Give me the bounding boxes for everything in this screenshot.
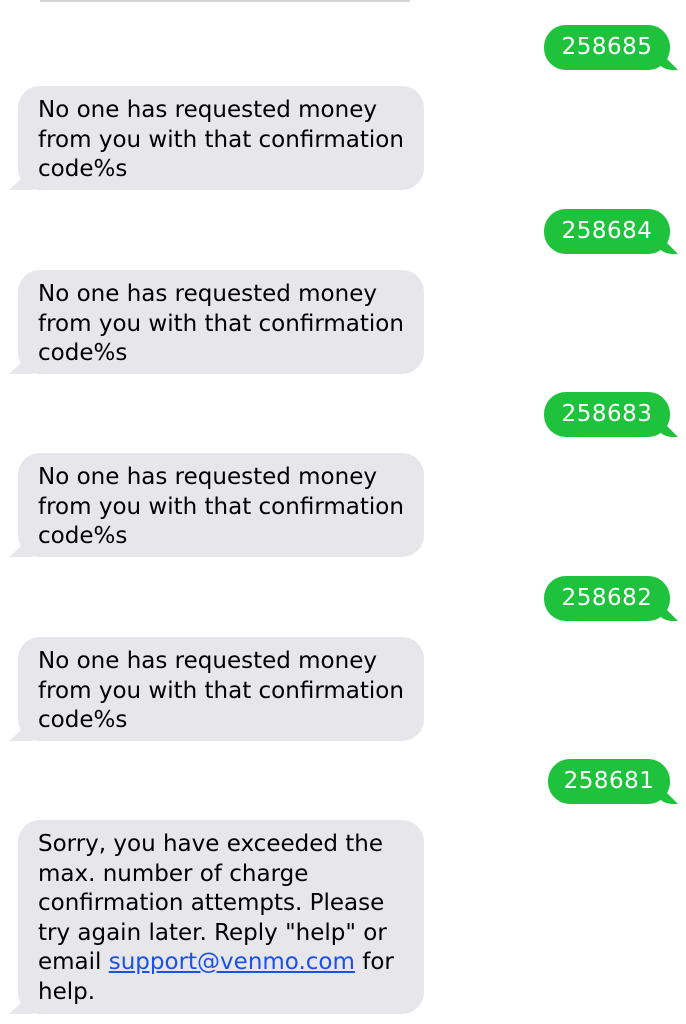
received-message-text: No one has requested money from you with… — [38, 281, 404, 366]
sent-message-text: 258682 — [561, 585, 653, 611]
received-message-text: Sorry, you have exceeded the max. number… — [38, 830, 404, 1007]
sent-message-bubble[interactable]: 258682 — [544, 576, 670, 621]
received-message-text: No one has requested money from you with… — [38, 464, 404, 549]
sent-message-text: 258685 — [561, 34, 653, 60]
sent-message-bubble[interactable]: 258684 — [544, 209, 670, 254]
received-message-text: No one has requested money from you with… — [38, 648, 404, 733]
received-message-bubble[interactable]: No one has requested money from you with… — [18, 637, 424, 741]
received-message-bubble[interactable]: Sorry, you have exceeded the max. number… — [18, 820, 424, 1014]
sent-message-text: 258681 — [563, 768, 655, 794]
sent-message-bubble[interactable]: 258685 — [544, 25, 670, 70]
sent-message-text: 258684 — [561, 218, 653, 244]
received-message-text: No one has requested money from you with… — [38, 97, 404, 182]
received-message-bubble[interactable]: No one has requested money from you with… — [18, 270, 424, 374]
sent-message-text: 258683 — [561, 401, 653, 427]
support-email-link[interactable]: support@venmo.com — [109, 949, 355, 975]
sent-message-bubble[interactable]: 258681 — [548, 759, 670, 804]
received-message-bubble[interactable]: No one has requested money from you with… — [18, 86, 424, 190]
received-message-bubble[interactable]: No one has requested money from you with… — [18, 453, 424, 557]
message-thread[interactable]: 258685 No one has requested money from y… — [0, 0, 686, 1024]
sent-message-bubble[interactable]: 258683 — [544, 392, 670, 437]
